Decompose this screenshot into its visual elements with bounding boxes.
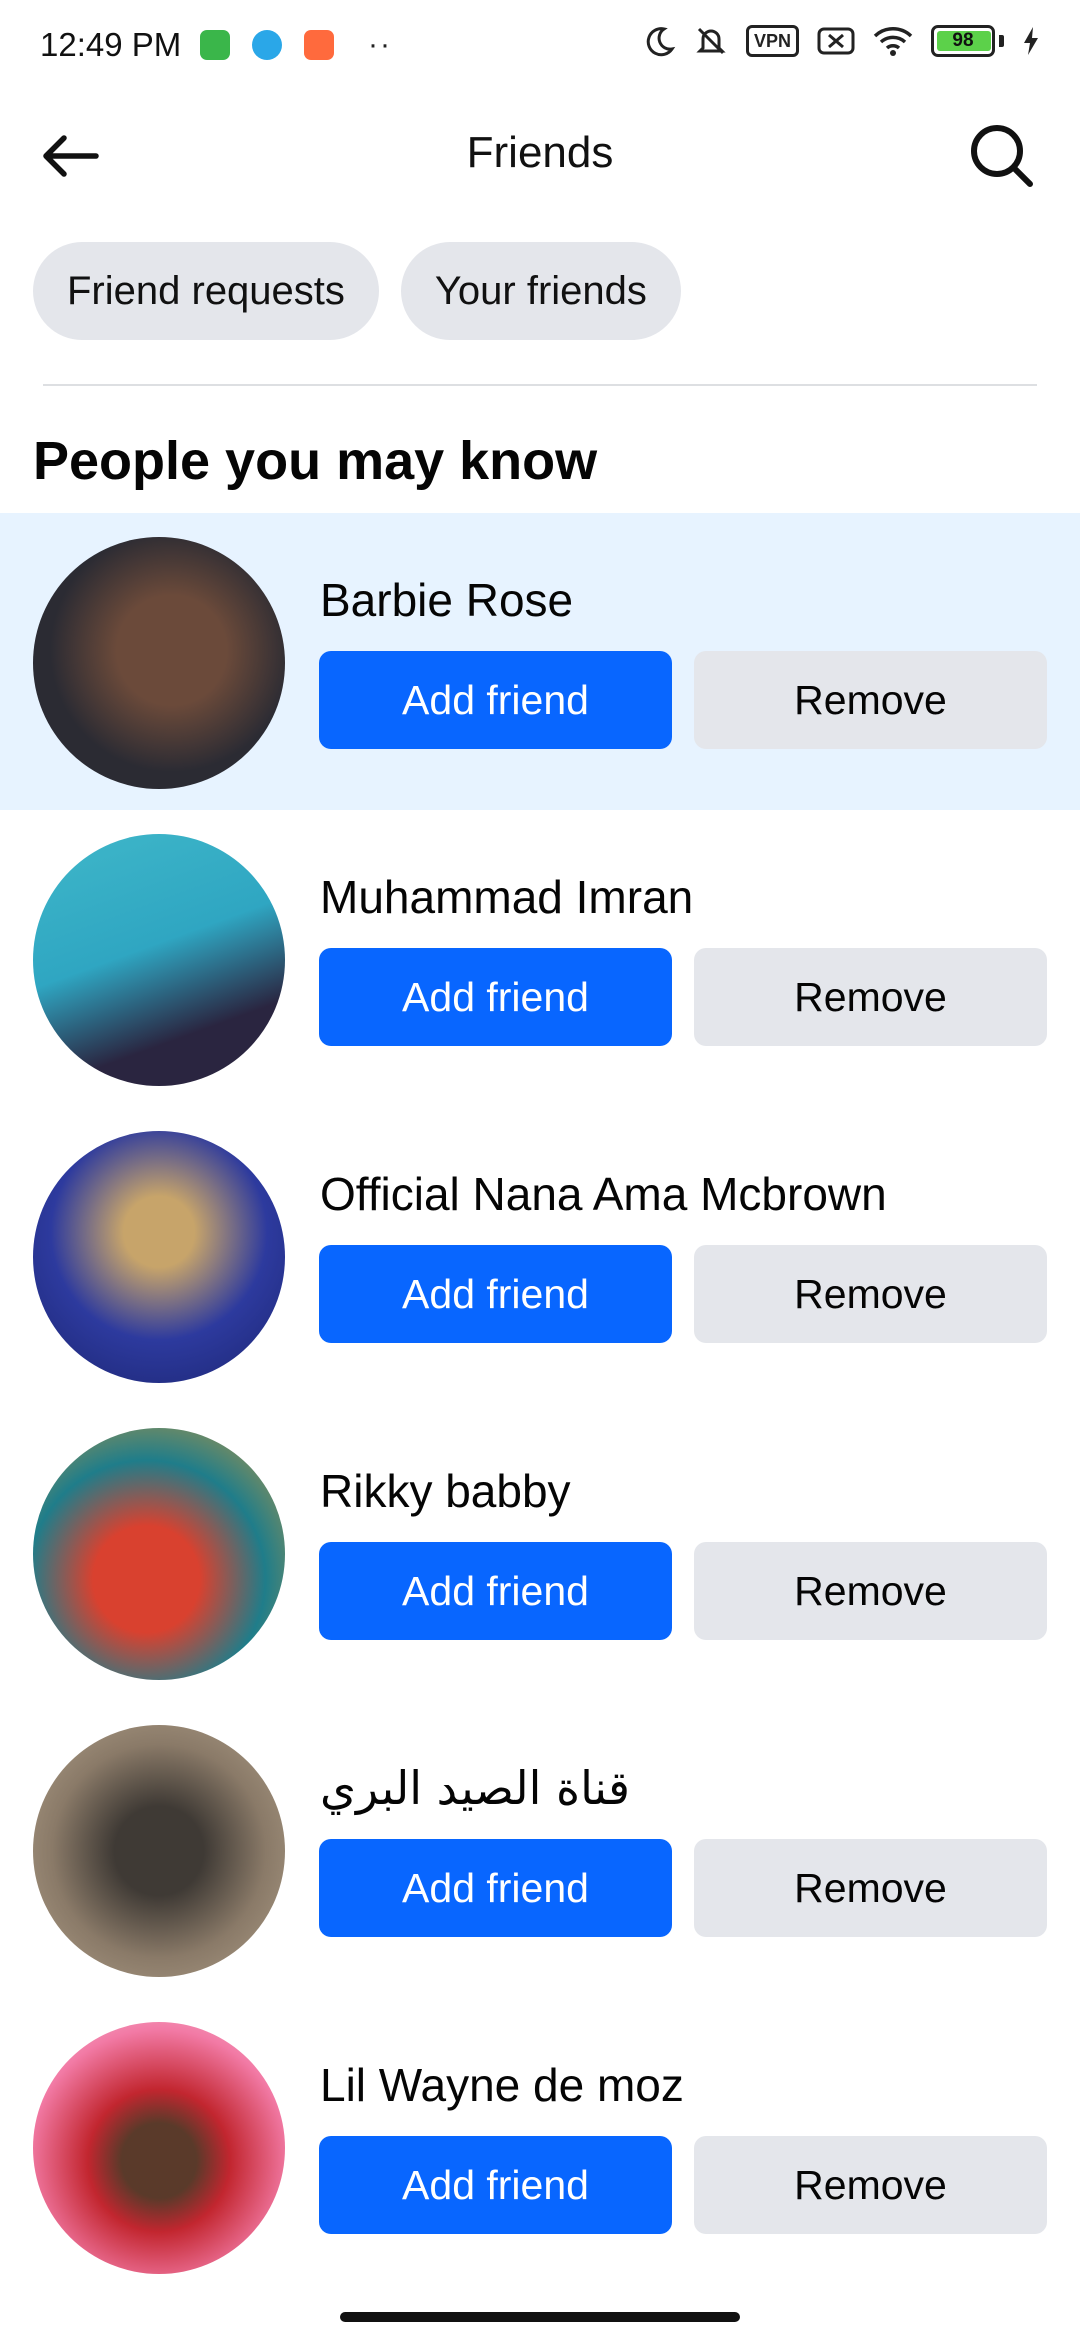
add-friend-button[interactable]: Add friend: [319, 1245, 672, 1343]
status-notification-icons: ··: [200, 28, 392, 62]
search-icon: [971, 125, 1033, 187]
more-notifications-dots: ··: [368, 28, 392, 61]
your-friends-chip[interactable]: Your friends: [400, 242, 681, 340]
avatar[interactable]: [33, 1725, 285, 1977]
status-time: 12:49 PM: [40, 26, 182, 63]
person-row[interactable]: Barbie Rose Add friend Remove: [0, 513, 1080, 810]
search-button[interactable]: [968, 122, 1036, 190]
orange-app-icon: [304, 30, 334, 60]
person-name[interactable]: Muhammad Imran: [320, 870, 693, 924]
bell-muted-icon: [696, 27, 726, 55]
signal-off-icon: [817, 27, 855, 55]
filter-chips: Friend requests Your friends: [33, 242, 681, 340]
person-name[interactable]: Lil Wayne de moz: [320, 2058, 684, 2112]
avatar[interactable]: [33, 2022, 285, 2274]
remove-button[interactable]: Remove: [694, 948, 1047, 1046]
section-title: People you may know: [33, 431, 598, 491]
battery-tip: [999, 35, 1004, 47]
app-header: Friends: [0, 100, 1080, 210]
moon-icon: [646, 27, 676, 57]
person-row[interactable]: Muhammad Imran Add friend Remove: [0, 810, 1080, 1107]
home-indicator[interactable]: [340, 2312, 740, 2322]
avatar[interactable]: [33, 1428, 285, 1680]
status-bar: 12:49 PM ·· VPN 98: [0, 0, 1080, 96]
person-name[interactable]: قناة الصيد البري: [320, 1761, 630, 1815]
person-row[interactable]: قناة الصيد البري Add friend Remove: [0, 1701, 1080, 1998]
remove-button[interactable]: Remove: [694, 1542, 1047, 1640]
blue-app-icon: [252, 30, 282, 60]
friends-screen: 12:49 PM ·· VPN 98 Friends Friend reques…: [0, 0, 1080, 2340]
page-title: Friends: [466, 128, 614, 177]
person-name[interactable]: Barbie Rose: [320, 573, 573, 627]
avatar[interactable]: [33, 1131, 285, 1383]
person-row[interactable]: Lil Wayne de moz Add friend Remove: [0, 1998, 1080, 2295]
person-name[interactable]: Rikky babby: [320, 1464, 571, 1518]
add-friend-button[interactable]: Add friend: [319, 2136, 672, 2234]
battery-level: 98: [952, 30, 974, 51]
avatar[interactable]: [33, 834, 285, 1086]
wifi-icon: [873, 27, 913, 56]
remove-button[interactable]: Remove: [694, 2136, 1047, 2234]
friend-requests-chip[interactable]: Friend requests: [33, 242, 379, 340]
avatar[interactable]: [33, 537, 285, 789]
divider: [43, 384, 1037, 386]
people-list: Barbie Rose Add friend Remove Muhammad I…: [0, 513, 1080, 2295]
person-row[interactable]: Rikky babby Add friend Remove: [0, 1404, 1080, 1701]
vpn-icon: VPN: [745, 25, 799, 57]
add-friend-button[interactable]: Add friend: [319, 1839, 672, 1937]
person-name[interactable]: Official Nana Ama Mcbrown: [320, 1167, 887, 1221]
add-friend-button[interactable]: Add friend: [319, 1542, 672, 1640]
charging-icon: [1024, 27, 1038, 55]
battery-icon: 98: [931, 25, 995, 57]
remove-button[interactable]: Remove: [694, 1839, 1047, 1937]
android-app-icon: [200, 30, 230, 60]
person-row[interactable]: Official Nana Ama Mcbrown Add friend Rem…: [0, 1107, 1080, 1404]
remove-button[interactable]: Remove: [694, 1245, 1047, 1343]
remove-button[interactable]: Remove: [694, 651, 1047, 749]
add-friend-button[interactable]: Add friend: [319, 651, 672, 749]
status-system-icons: VPN 98: [644, 24, 1040, 58]
add-friend-button[interactable]: Add friend: [319, 948, 672, 1046]
